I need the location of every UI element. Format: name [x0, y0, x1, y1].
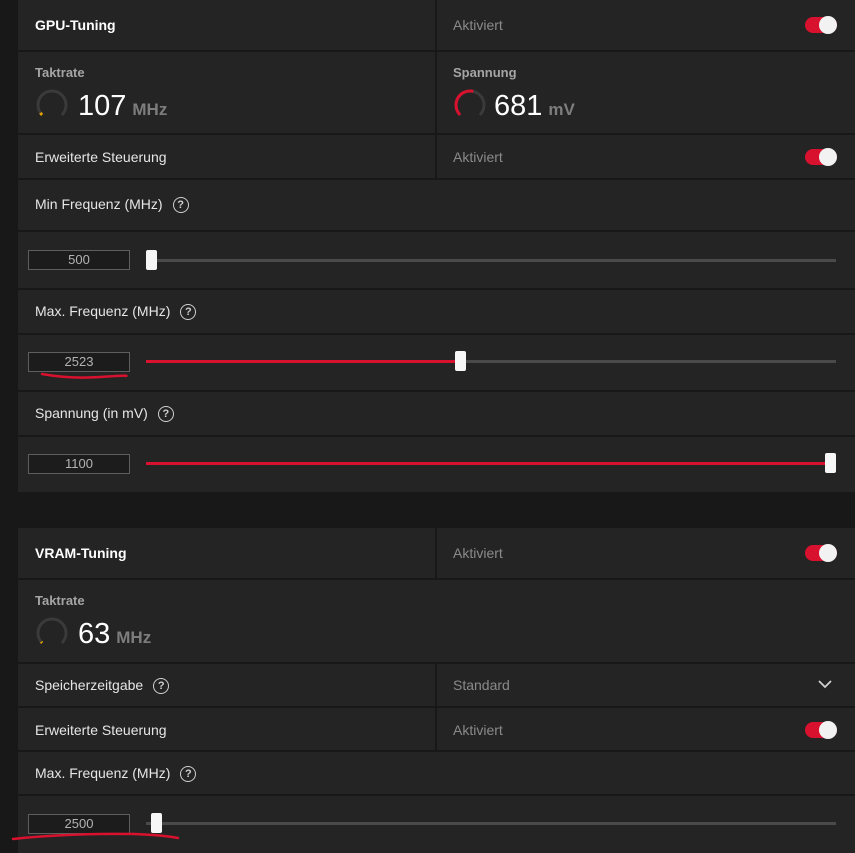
gpu-max-freq-label-row: Max. Frequenz (MHz)?	[18, 290, 855, 335]
gauge-fill	[39, 640, 44, 644]
gpu-advanced-status: Aktiviert	[453, 149, 503, 165]
gpu-voltage-gauge	[454, 89, 486, 116]
vram-advanced-row: Erweiterte Steuerung Aktiviert	[18, 708, 855, 752]
help-icon[interactable]: ?	[157, 406, 174, 423]
vram-tuning-panel: VRAM-Tuning Aktiviert Taktrate 63 MHz Spe…	[11, 528, 855, 853]
gpu-tuning-panel: GPU-Tuning Aktiviert Taktrate 107 MHz Spa…	[18, 0, 855, 492]
gpu-voltage-thumb[interactable]	[825, 453, 836, 473]
vram-max-freq-slider-row: 2500	[11, 796, 855, 853]
gpu-tuning-header: GPU-Tuning Aktiviert	[18, 0, 855, 52]
gpu-max-freq-slider-row: 2523	[18, 335, 855, 392]
gpu-voltage-value: 681	[494, 90, 543, 122]
vram-timing-label: Speicherzeitgabe?	[35, 677, 170, 695]
vram-timing-value: Standard	[453, 677, 510, 693]
gpu-clock-readout: 107 MHz	[78, 90, 167, 123]
gpu-clock-unit: MHz	[132, 100, 168, 119]
vram-clock-unit: MHz	[116, 628, 152, 647]
gpu-voltage-readout: 681 mV	[494, 90, 575, 123]
gpu-voltage-setting-label: Spannung (in mV)?	[35, 405, 174, 423]
vram-clock-gauge	[36, 617, 68, 644]
vram-tuning-header: VRAM-Tuning Aktiviert	[18, 528, 855, 580]
gauge-track	[36, 89, 68, 116]
gpu-voltage-label: Spannung	[453, 65, 517, 80]
gpu-max-freq-slider[interactable]	[146, 351, 836, 371]
gpu-advanced-row: Erweiterte Steuerung Aktiviert	[18, 135, 855, 180]
vram-clock-readout: 63 MHz	[78, 618, 151, 651]
gpu-tuning-toggle[interactable]	[805, 16, 837, 34]
help-icon[interactable]: ?	[153, 678, 170, 695]
vram-clock-label: Taktrate	[35, 593, 85, 608]
help-icon[interactable]: ?	[172, 197, 189, 214]
gpu-max-freq-label: Max. Frequenz (MHz)?	[35, 303, 197, 321]
vram-clock-value: 63	[78, 618, 111, 650]
gpu-min-freq-slider-row: 500	[18, 232, 855, 290]
vram-max-freq-label-row: Max. Frequenz (MHz)?	[18, 752, 855, 796]
vram-max-freq-slider[interactable]	[146, 813, 836, 833]
gauge-fill	[39, 111, 44, 116]
gpu-clock-gauge	[36, 89, 68, 116]
gauge-track	[36, 617, 68, 644]
vram-advanced-status: Aktiviert	[453, 722, 503, 738]
gpu-voltage-input[interactable]: 1100	[28, 454, 130, 474]
vram-tuning-title: VRAM-Tuning	[35, 545, 127, 561]
gpu-min-freq-thumb[interactable]	[146, 250, 157, 270]
vram-tuning-toggle[interactable]	[805, 544, 837, 562]
gpu-advanced-label: Erweiterte Steuerung	[35, 149, 167, 165]
vram-meters: Taktrate 63 MHz	[18, 580, 855, 664]
red-underline-annotation	[40, 372, 128, 379]
gpu-min-freq-label: Min Frequenz (MHz)?	[35, 196, 189, 214]
gpu-tuning-title: GPU-Tuning	[35, 17, 116, 33]
gpu-voltage-unit: mV	[548, 100, 575, 119]
gpu-meters: Taktrate 107 MHz Spannung 681 mV	[18, 52, 855, 135]
vram-tuning-status: Aktiviert	[453, 545, 503, 561]
gauge-fill	[454, 89, 474, 116]
vram-advanced-toggle[interactable]	[805, 721, 837, 739]
chevron-down-icon	[818, 680, 832, 689]
help-icon[interactable]: ?	[180, 304, 197, 321]
gpu-voltage-slider[interactable]	[146, 453, 836, 473]
gpu-advanced-toggle[interactable]	[805, 148, 837, 166]
vram-max-freq-input[interactable]: 2500	[28, 814, 130, 834]
vram-max-freq-thumb[interactable]	[151, 813, 162, 833]
gpu-max-freq-input[interactable]: 2523	[28, 352, 130, 372]
gpu-min-freq-input[interactable]: 500	[28, 250, 130, 270]
vram-advanced-label: Erweiterte Steuerung	[35, 722, 167, 738]
gpu-clock-label: Taktrate	[35, 65, 85, 80]
gpu-tuning-status: Aktiviert	[453, 17, 503, 33]
vram-timing-dropdown[interactable]: Standard	[437, 664, 855, 706]
gpu-voltage-fill	[146, 462, 836, 465]
gpu-max-freq-fill	[146, 360, 460, 363]
gpu-min-freq-slider[interactable]	[146, 250, 836, 270]
gpu-voltage-slider-row: 1100	[18, 437, 855, 492]
gpu-voltage-label-row: Spannung (in mV)?	[18, 392, 855, 437]
vram-max-freq-label: Max. Frequenz (MHz)?	[35, 765, 197, 783]
help-icon[interactable]: ?	[180, 766, 197, 783]
gpu-min-freq-label-row: Min Frequenz (MHz)?	[18, 180, 855, 232]
vram-timing-row: Speicherzeitgabe? Standard	[18, 664, 855, 708]
gpu-max-freq-thumb[interactable]	[454, 351, 466, 371]
gpu-clock-value: 107	[78, 90, 127, 122]
